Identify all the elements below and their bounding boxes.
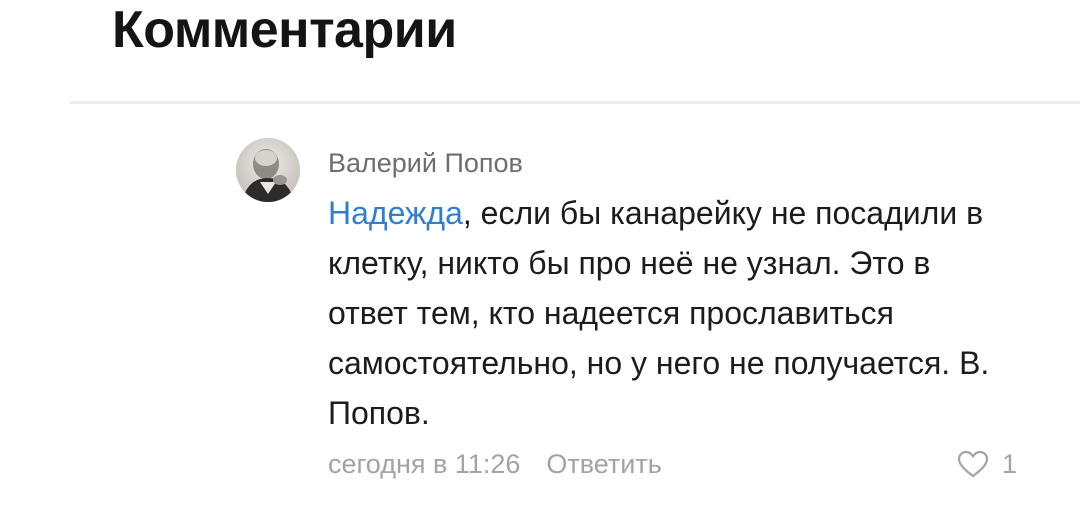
comments-page: Комментарии Валерий Попов Надежда, если …: [0, 0, 1080, 528]
avatar-photo: [236, 138, 300, 202]
comment-body: Валерий Попов Надежда, если бы канарейку…: [328, 138, 1028, 438]
section-title: Комментарии: [112, 1, 457, 59]
like-count: 1: [1002, 448, 1018, 479]
divider: [70, 101, 1080, 104]
comment-text: Надежда, если бы канарейку не посадили в…: [328, 188, 1018, 438]
comment-author[interactable]: Валерий Попов: [328, 141, 1028, 185]
reply-button[interactable]: Ответить: [546, 449, 661, 479]
like-button[interactable]: 1: [956, 442, 1017, 486]
avatar[interactable]: [236, 138, 300, 202]
comment-timestamp: сегодня в 11:26: [328, 449, 521, 479]
mention-link[interactable]: Надежда: [328, 195, 463, 231]
comment-meta: сегодня в 11:26 Ответить: [328, 442, 662, 486]
heart-outline-icon: [957, 450, 989, 478]
